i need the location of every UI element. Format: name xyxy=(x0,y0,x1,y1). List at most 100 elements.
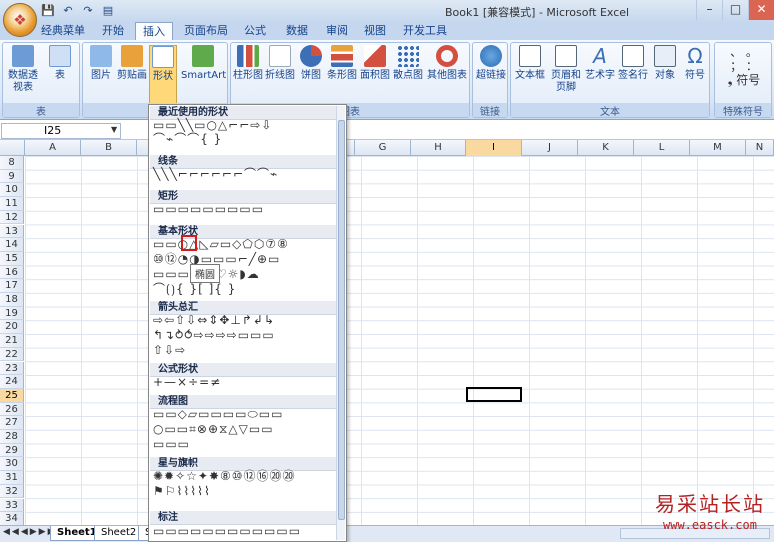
shape-row[interactable]: ▭▭▭▭▭▭▭▭▭ xyxy=(153,203,264,216)
row-header[interactable]: 25 xyxy=(0,388,24,403)
column-header[interactable]: N xyxy=(746,140,774,156)
row-header[interactable]: 23 xyxy=(0,361,24,376)
shape-row[interactable]: ▭▭▭▭▭▭▭▭▭▭▭▭ xyxy=(153,525,301,538)
row-header[interactable]: 34 xyxy=(0,512,24,526)
tab-view[interactable]: 视图 xyxy=(360,22,390,40)
save-icon[interactable]: 💾 xyxy=(40,3,56,19)
tab-home[interactable]: 开始 xyxy=(94,22,132,40)
undo-icon[interactable]: ↶ xyxy=(60,3,76,19)
tab-classic-menu[interactable]: 经典菜单 xyxy=(40,22,86,40)
tab-developer[interactable]: 开发工具 xyxy=(400,22,450,40)
shape-row[interactable]: ⌒⟮⟯{ }[ ]{ } xyxy=(153,283,236,296)
table-button[interactable]: 表 xyxy=(45,45,75,82)
special-symbols-grid[interactable]: 、 。； ： ❟ 符号 xyxy=(721,45,767,87)
tab-formulas[interactable]: 公式 xyxy=(240,22,270,40)
row-header[interactable]: 24 xyxy=(0,375,24,389)
column-chart-button[interactable]: 柱形图 xyxy=(233,45,263,82)
wordart-button[interactable]: A 艺术字 xyxy=(585,45,615,82)
column-header[interactable]: J xyxy=(522,140,578,156)
picture-button[interactable]: 图片 xyxy=(87,45,115,82)
oval-shape-highlight[interactable] xyxy=(181,235,197,251)
row-header[interactable]: 8 xyxy=(0,156,24,170)
sheet-nav-arrows[interactable]: ◀◀◀▶▶▶ xyxy=(3,527,57,537)
print-preview-icon[interactable]: ▤ xyxy=(100,3,116,19)
row-header[interactable]: 12 xyxy=(0,210,24,225)
row-header[interactable]: 27 xyxy=(0,416,24,430)
row-header[interactable]: 11 xyxy=(0,197,24,211)
row-header[interactable]: 17 xyxy=(0,279,24,293)
sheet-tab-2[interactable]: Sheet2 xyxy=(94,526,144,541)
column-header[interactable]: G xyxy=(355,140,411,156)
symbol-button[interactable]: Ω 符号 xyxy=(681,45,709,82)
maximize-button[interactable]: □ xyxy=(722,0,748,20)
redo-icon[interactable]: ↷ xyxy=(80,3,96,19)
row-header[interactable]: 18 xyxy=(0,293,24,307)
shape-row[interactable]: ⌒⌁⌒⌒{ } xyxy=(153,133,222,146)
shape-row[interactable]: ⇨⇦⇧⇩⇔⇕✥⊥↱↲↳ xyxy=(153,314,275,327)
row-header[interactable]: 16 xyxy=(0,265,24,280)
shape-row[interactable]: ⇧⇩⇨ xyxy=(153,344,186,357)
tab-review[interactable]: 审阅 xyxy=(322,22,352,40)
gallery-scroll-thumb[interactable] xyxy=(338,120,345,520)
row-header[interactable]: 29 xyxy=(0,443,24,458)
shape-row[interactable]: ✺✹✧☆✦✸⑧⑩⑫⑯⑳⑳ xyxy=(153,470,296,483)
column-header-selected[interactable]: I xyxy=(466,140,522,156)
bar-chart-button[interactable]: 条形图 xyxy=(327,45,357,82)
column-header[interactable]: A xyxy=(25,140,81,156)
shape-row[interactable]: ▭▭○△◺▱▭◇⬠⬡⑦⑧ xyxy=(153,238,289,251)
object-button[interactable]: 对象 xyxy=(651,45,679,82)
shape-row[interactable]: ╲╲╲⌐⌐⌐⌐⌐⌐⌒⌒⌁ xyxy=(153,168,278,181)
name-box[interactable]: I25 xyxy=(1,123,121,139)
row-header[interactable]: 14 xyxy=(0,238,24,252)
shape-row[interactable]: ▭▭◇▱▭▭▭▭⬭▭▭ xyxy=(153,408,283,421)
smartart-button[interactable]: SmartArt xyxy=(181,45,226,82)
office-button[interactable]: ❖ xyxy=(3,3,37,37)
tab-data[interactable]: 数据 xyxy=(282,22,312,40)
row-header[interactable]: 21 xyxy=(0,334,24,348)
header-footer-button[interactable]: 页眉和页脚 xyxy=(549,45,583,94)
row-header[interactable]: 13 xyxy=(0,224,24,239)
gallery-scrollbar[interactable] xyxy=(336,106,345,540)
hyperlink-button[interactable]: 超链接 xyxy=(474,45,508,82)
cell-grid[interactable] xyxy=(25,156,774,525)
column-header[interactable]: H xyxy=(411,140,466,156)
tab-page-layout[interactable]: 页面布局 xyxy=(180,22,232,40)
name-box-dropdown-icon[interactable]: ▼ xyxy=(111,125,117,134)
row-header[interactable]: 31 xyxy=(0,471,24,485)
line-chart-button[interactable]: 折线图 xyxy=(265,45,295,82)
area-chart-button[interactable]: 面积图 xyxy=(359,45,391,82)
row-header[interactable]: 22 xyxy=(0,347,24,362)
row-header[interactable]: 33 xyxy=(0,498,24,513)
row-header[interactable]: 9 xyxy=(0,169,24,184)
pie-chart-button[interactable]: 饼图 xyxy=(297,45,325,82)
shape-row[interactable]: ○▭▭⌗⊗⊕⧖△▽▭▭ xyxy=(153,423,274,436)
signature-line-button[interactable]: 签名行 xyxy=(617,45,649,82)
row-header[interactable]: 32 xyxy=(0,484,24,499)
shape-row[interactable]: +—×÷=≠ xyxy=(153,376,221,389)
shape-row[interactable]: ▭▭▭ xyxy=(153,438,190,451)
shape-row[interactable]: ↰↴⥁⥀⇨⇨⇨⇨▭▭▭ xyxy=(153,329,275,342)
row-header[interactable]: 28 xyxy=(0,430,24,444)
row-header[interactable]: 20 xyxy=(0,320,24,335)
row-header[interactable]: 10 xyxy=(0,183,24,198)
column-header[interactable]: K xyxy=(578,140,634,156)
column-header[interactable]: M xyxy=(690,140,746,156)
textbox-button[interactable]: 文本框 xyxy=(513,45,547,82)
other-charts-button[interactable]: 其他图表 xyxy=(425,45,469,82)
row-header[interactable]: 15 xyxy=(0,251,24,266)
close-button[interactable]: ✕ xyxy=(748,0,774,20)
active-cell[interactable] xyxy=(466,387,522,402)
clipart-button[interactable]: 剪贴画 xyxy=(117,45,147,82)
shape-row[interactable]: ⚑⚐⌇⌇⌇⌇⌇ xyxy=(153,485,211,498)
shape-row[interactable]: ▭▭╲╲▭○△⌐⌐⇨⇩ xyxy=(153,119,272,132)
shapes-button[interactable]: 形状 xyxy=(149,45,177,105)
column-header[interactable]: L xyxy=(634,140,690,156)
scatter-chart-button[interactable]: 散点图 xyxy=(393,45,423,82)
select-all-corner[interactable] xyxy=(0,140,25,156)
row-header[interactable]: 19 xyxy=(0,306,24,321)
minimize-button[interactable]: – xyxy=(696,0,722,20)
column-header[interactable]: B xyxy=(81,140,137,156)
pivot-table-button[interactable]: 数据透视表 xyxy=(6,45,40,94)
row-header[interactable]: 26 xyxy=(0,402,24,417)
tab-insert[interactable]: 插入 xyxy=(135,22,173,41)
